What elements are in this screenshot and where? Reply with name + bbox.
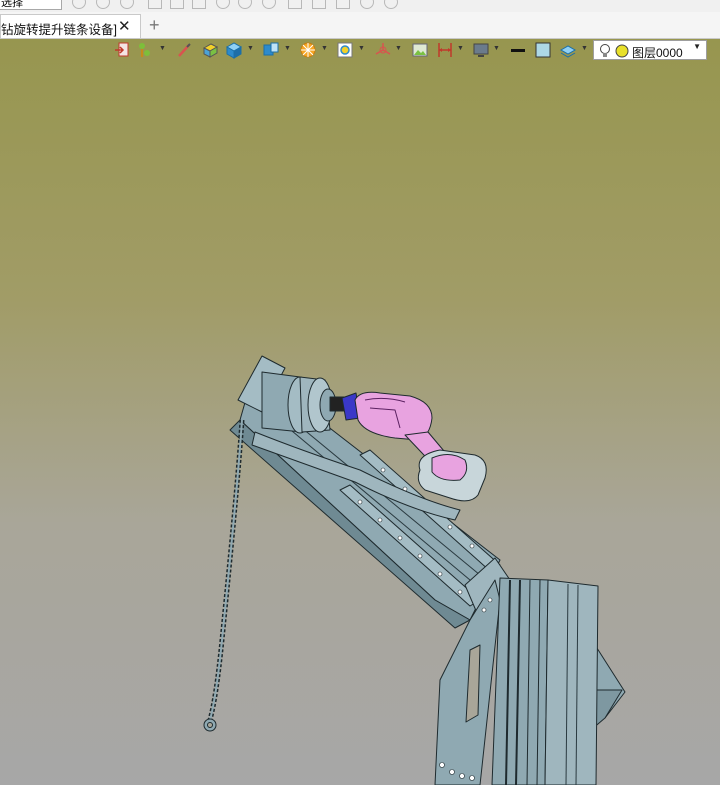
trim-icon[interactable]	[288, 0, 302, 9]
document-tab-bar: 钻旋转提升链条设备] ✕ +	[0, 12, 720, 39]
3d-viewport[interactable]: ▼ ▼ ▼ ▼ ▼ ▼ ▼ ▼ ▼ 图层0000 ▼	[0, 39, 720, 785]
mirror-icon[interactable]	[312, 0, 326, 9]
select-box-icon[interactable]	[96, 0, 110, 9]
point-icon[interactable]	[148, 0, 162, 9]
arc-icon[interactable]	[238, 0, 252, 9]
polyline-icon[interactable]	[192, 0, 206, 9]
selection-filter-dropdown[interactable]: 选择	[0, 0, 62, 10]
offset-icon[interactable]	[336, 0, 350, 9]
tab-document[interactable]: 钻旋转提升链条设备] ✕	[0, 14, 141, 38]
settings-icon[interactable]	[384, 0, 398, 9]
gear-icon[interactable]	[360, 0, 374, 9]
line-icon[interactable]	[170, 0, 184, 9]
add-tab-button[interactable]: +	[149, 15, 160, 36]
spline-icon[interactable]	[262, 0, 276, 9]
lift-chain	[207, 419, 245, 721]
circle-icon[interactable]	[216, 0, 230, 9]
tab-document-label: 钻旋转提升链条设备]	[1, 23, 117, 37]
play-icon[interactable]	[120, 0, 134, 9]
close-icon[interactable]: ✕	[118, 17, 131, 35]
drill-chain-lift-model[interactable]	[0, 39, 720, 785]
select-arrow-icon[interactable]	[72, 0, 86, 9]
